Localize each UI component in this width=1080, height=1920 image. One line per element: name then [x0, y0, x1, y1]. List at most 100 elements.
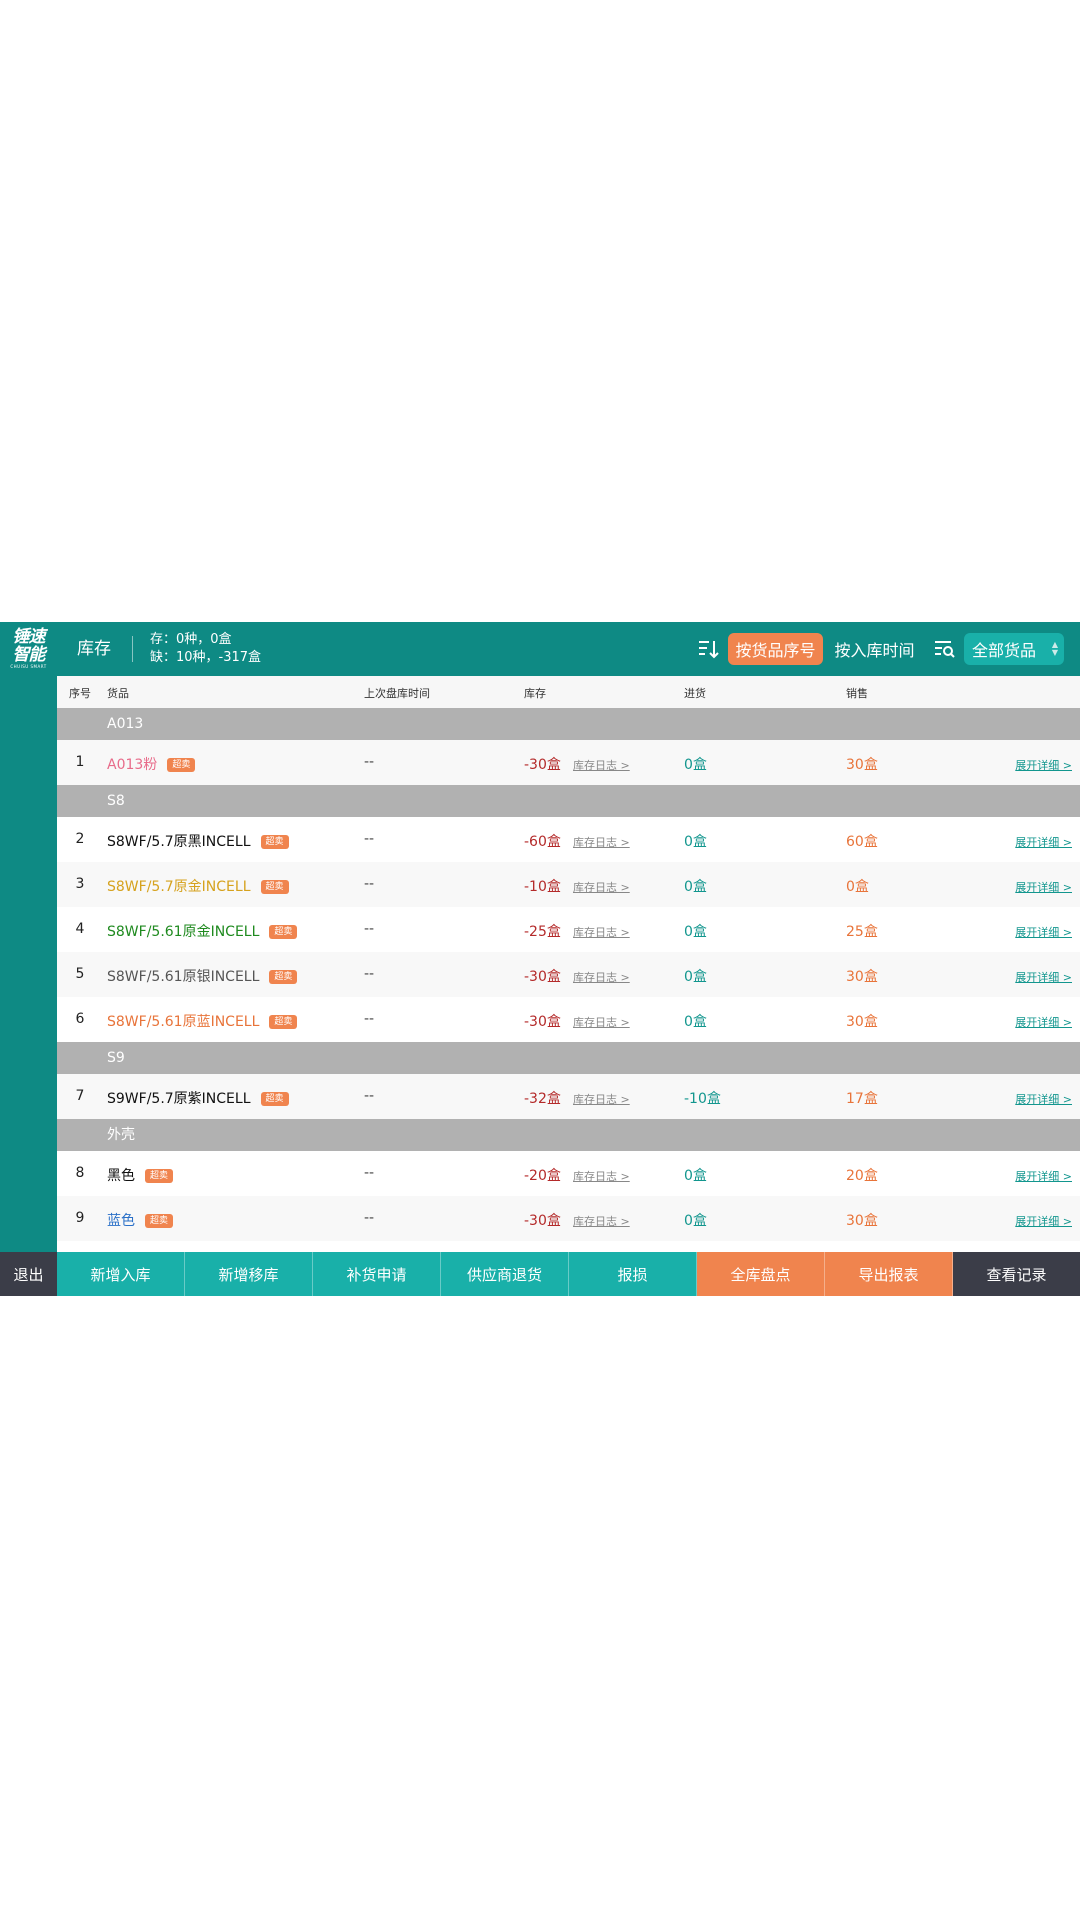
- stock-log-link[interactable]: 库存日志 >: [573, 924, 630, 940]
- stock-value: -30盒: [524, 757, 561, 773]
- product-cell: S8WF/5.61原金INCELL 超卖: [107, 921, 298, 941]
- product-filter-select[interactable]: 全部货品 ▲ ▼: [964, 633, 1064, 665]
- expand-detail-link[interactable]: 展开详细 >: [1015, 834, 1072, 850]
- sales-value: 20盒: [846, 1168, 878, 1184]
- product-cell: A013粉 超卖: [107, 754, 196, 774]
- expand-detail-link[interactable]: 展开详细 >: [1015, 1213, 1072, 1229]
- expand-detail-link[interactable]: 展开详细 >: [1015, 1014, 1072, 1030]
- table-row[interactable]: 8 黑色 超卖 -- -20盒 库存日志 > 0盒 20盒 展开详细 >: [57, 1151, 1080, 1196]
- table-row[interactable]: 5 S8WF/5.61原银INCELL 超卖 -- -30盒 库存日志 > 0盒 30盒 展开详…: [57, 952, 1080, 997]
- stock-summary: 存：0种，0盒 缺：10种，-317盒: [150, 631, 261, 667]
- oversold-badge: 超卖: [145, 1169, 174, 1183]
- sales-value: 30盒: [846, 1213, 878, 1229]
- oversold-badge: 超卖: [269, 970, 298, 984]
- expand-detail-link[interactable]: 展开详细 >: [1015, 924, 1072, 940]
- col-seq-header: 序号: [69, 687, 91, 700]
- bottom-toolbar: 新增入库 新增移库 补货申请 供应商退货 报损 全库盘点 导出报表 查看记录: [57, 1252, 1080, 1296]
- full-inventory-check-button[interactable]: 全库盘点: [697, 1252, 825, 1296]
- expand-detail-link[interactable]: 展开详细 >: [1015, 969, 1072, 985]
- table-row[interactable]: 6 S8WF/5.61原蓝INCELL 超卖 -- -30盒 库存日志 > 0盒 30盒 展开详…: [57, 997, 1080, 1042]
- header-bar: 库存 存：0种，0盒 缺：10种，-317盒 按货品序号 按入库时间 全部货品 …: [57, 622, 1080, 676]
- restock-request-button[interactable]: 补货申请: [313, 1252, 441, 1296]
- sales-value: 60盒: [846, 834, 878, 850]
- sales-value: 30盒: [846, 1014, 878, 1030]
- stock-log-link[interactable]: 库存日志 >: [573, 1168, 630, 1184]
- search-filter-icon[interactable]: [933, 638, 955, 660]
- table-row[interactable]: 2 S8WF/5.7原黑INCELL 超卖 -- -60盒 库存日志 > 0盒 60盒 展开详细…: [57, 817, 1080, 862]
- last-check-time: --: [364, 1088, 375, 1104]
- new-stock-in-button[interactable]: 新增入库: [57, 1252, 185, 1296]
- expand-detail-link[interactable]: 展开详细 >: [1015, 1091, 1072, 1107]
- header-divider: [132, 636, 133, 662]
- last-check-time: --: [364, 831, 375, 847]
- product-name: S9WF/5.7原紫INCELL: [107, 1091, 251, 1107]
- stock-value: -10盒: [524, 879, 561, 895]
- table-row[interactable]: 3 S8WF/5.7原金INCELL 超卖 -- -10盒 库存日志 > 0盒 0盒 展开详细 …: [57, 862, 1080, 907]
- oversold-badge: 超卖: [260, 880, 289, 894]
- table-row[interactable]: 7 S9WF/5.7原紫INCELL 超卖 -- -32盒 库存日志 > -10盒 17盒 展开…: [57, 1074, 1080, 1119]
- stock-value: -30盒: [524, 1014, 561, 1030]
- sort-by-time-button[interactable]: 按入库时间: [827, 633, 922, 665]
- product-name: S8WF/5.7原金INCELL: [107, 879, 251, 895]
- sort-by-seq-button[interactable]: 按货品序号: [728, 633, 823, 665]
- expand-detail-link[interactable]: 展开详细 >: [1015, 879, 1072, 895]
- stock-log-link[interactable]: 库存日志 >: [573, 834, 630, 850]
- incoming-value: 0盒: [684, 1014, 707, 1030]
- stock-summary-missing: 缺：10种，-317盒: [150, 650, 262, 665]
- row-seq: 3: [75, 876, 85, 892]
- logo-text-line1: 锤速: [12, 627, 46, 647]
- stock-log-link[interactable]: 库存日志 >: [573, 969, 630, 985]
- col-product-header: 货品: [107, 687, 129, 700]
- stock-log-link[interactable]: 库存日志 >: [573, 1091, 630, 1107]
- logo-subtext: CHUISU SMART: [10, 664, 47, 669]
- row-seq: 5: [75, 966, 85, 982]
- row-seq: 6: [75, 1011, 85, 1027]
- sales-value: 0盒: [846, 879, 869, 895]
- export-report-button[interactable]: 导出报表: [825, 1252, 953, 1296]
- group-header-row: 外壳: [57, 1119, 1080, 1151]
- group-name: S8: [107, 793, 125, 809]
- incoming-value: 0盒: [684, 924, 707, 940]
- stock-log-link[interactable]: 库存日志 >: [573, 879, 630, 895]
- product-filter-value: 全部货品: [972, 641, 1037, 660]
- oversold-badge: 超卖: [167, 758, 196, 772]
- product-cell: 黑色 超卖: [107, 1165, 174, 1185]
- table-header-row: 序号 货品 上次盘库时间 库存 进货 销售: [57, 676, 1080, 708]
- last-check-time: --: [364, 921, 375, 937]
- group-name: A013: [107, 716, 144, 732]
- row-seq: 7: [75, 1088, 85, 1104]
- sort-descending-icon[interactable]: [697, 638, 719, 660]
- group-header-row: A013: [57, 708, 1080, 740]
- table-row[interactable]: 9 蓝色 超卖 -- -30盒 库存日志 > 0盒 30盒 展开详细 >: [57, 1196, 1080, 1241]
- page-title: 库存: [77, 639, 111, 659]
- expand-detail-link[interactable]: 展开详细 >: [1015, 1168, 1072, 1184]
- table-row[interactable]: 4 S8WF/5.61原金INCELL 超卖 -- -25盒 库存日志 > 0盒 25盒 展开详…: [57, 907, 1080, 952]
- stock-value: -30盒: [524, 1213, 561, 1229]
- row-seq: 4: [75, 921, 85, 937]
- report-loss-button[interactable]: 报损: [569, 1252, 697, 1296]
- view-records-button[interactable]: 查看记录: [953, 1252, 1080, 1296]
- exit-button[interactable]: 退出: [0, 1252, 57, 1296]
- incoming-value: -10盒: [684, 1091, 721, 1107]
- table-row[interactable]: 1 A013粉 超卖 -- -30盒 库存日志 > 0盒 30盒 展开详细 >: [57, 740, 1080, 785]
- col-last-check-header: 上次盘库时间: [364, 687, 430, 700]
- last-check-time: --: [364, 876, 375, 892]
- product-cell: S8WF/5.7原黑INCELL 超卖: [107, 831, 289, 851]
- col-stock-header: 库存: [524, 687, 546, 700]
- stock-log-link[interactable]: 库存日志 >: [573, 757, 630, 773]
- oversold-badge: 超卖: [260, 835, 289, 849]
- product-name: 蓝色: [107, 1213, 135, 1229]
- stock-log-link[interactable]: 库存日志 >: [573, 1213, 630, 1229]
- group-name: 外壳: [107, 1127, 135, 1143]
- supplier-return-button[interactable]: 供应商退货: [441, 1252, 569, 1296]
- incoming-value: 0盒: [684, 969, 707, 985]
- inventory-app: 锤速 智能 CHUISU SMART 退出 库存 存：0种，0盒 缺：10种，-…: [0, 622, 1080, 1296]
- sales-value: 30盒: [846, 757, 878, 773]
- new-transfer-button[interactable]: 新增移库: [185, 1252, 313, 1296]
- last-check-time: --: [364, 1011, 375, 1027]
- stock-log-link[interactable]: 库存日志 >: [573, 1014, 630, 1030]
- product-cell: S8WF/5.61原银INCELL 超卖: [107, 966, 298, 986]
- product-name: S8WF/5.61原蓝INCELL: [107, 1014, 260, 1030]
- expand-detail-link[interactable]: 展开详细 >: [1015, 757, 1072, 773]
- stock-value: -20盒: [524, 1168, 561, 1184]
